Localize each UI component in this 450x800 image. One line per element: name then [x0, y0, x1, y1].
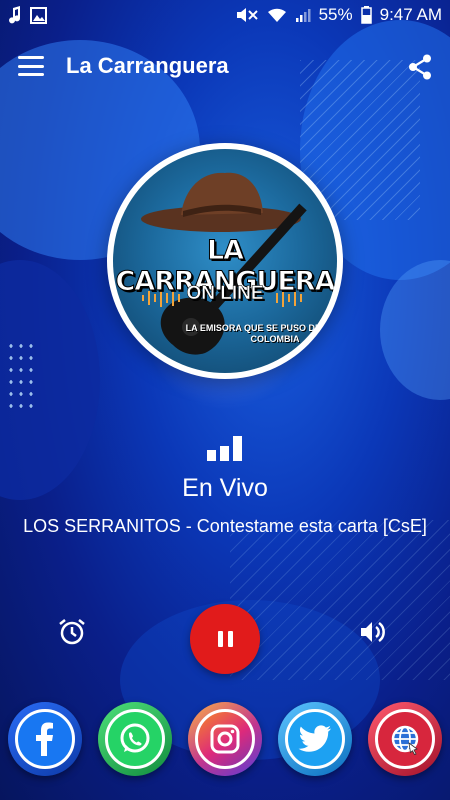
live-status: En Vivo	[182, 474, 268, 502]
image-icon	[30, 6, 47, 24]
background-dots	[6, 340, 36, 410]
app-bar: La Carranguera	[0, 40, 450, 92]
wifi-icon	[267, 7, 287, 23]
volume-icon[interactable]	[358, 618, 386, 651]
music-note-icon	[8, 6, 22, 24]
status-time: 9:47 AM	[379, 5, 442, 24]
facebook-icon	[15, 709, 75, 769]
app-screen: 55% 9:47 AM La Carranguera LA CARRANGUER…	[0, 0, 450, 800]
signal-bars-icon	[207, 436, 243, 462]
share-icon[interactable]	[408, 54, 432, 85]
website-button[interactable]	[368, 702, 442, 776]
twitter-icon	[285, 709, 345, 769]
station-logo: LA CARRANGUERA ON LINE LA EMISORA QUE SE…	[107, 143, 343, 379]
hamburger-menu-icon[interactable]	[18, 56, 44, 76]
pause-icon	[217, 631, 233, 647]
globe-icon	[375, 709, 435, 769]
pause-button[interactable]	[190, 604, 260, 674]
mute-icon	[235, 7, 259, 23]
battery-icon	[360, 6, 372, 24]
facebook-button[interactable]	[8, 702, 82, 776]
signal-icon	[295, 7, 311, 23]
instagram-icon	[195, 709, 255, 769]
player-controls	[0, 604, 450, 674]
status-bar: 55% 9:47 AM	[0, 0, 450, 30]
logo-subtitle: ON LINE	[186, 283, 264, 305]
whatsapp-icon	[105, 709, 165, 769]
app-title: La Carranguera	[66, 53, 229, 78]
background-blob	[380, 260, 450, 400]
instagram-button[interactable]	[188, 702, 262, 776]
logo-slogan: LA EMISORA QUE SE PUSO DE RUANA A COLOMB…	[185, 323, 337, 344]
now-playing-track: LOS SERRANITOS - Contestame esta carta […	[23, 516, 427, 536]
alarm-clock-icon[interactable]	[58, 618, 86, 651]
whatsapp-button[interactable]	[98, 702, 172, 776]
battery-percent: 55%	[318, 5, 353, 24]
social-bar	[0, 702, 450, 780]
twitter-button[interactable]	[278, 702, 352, 776]
